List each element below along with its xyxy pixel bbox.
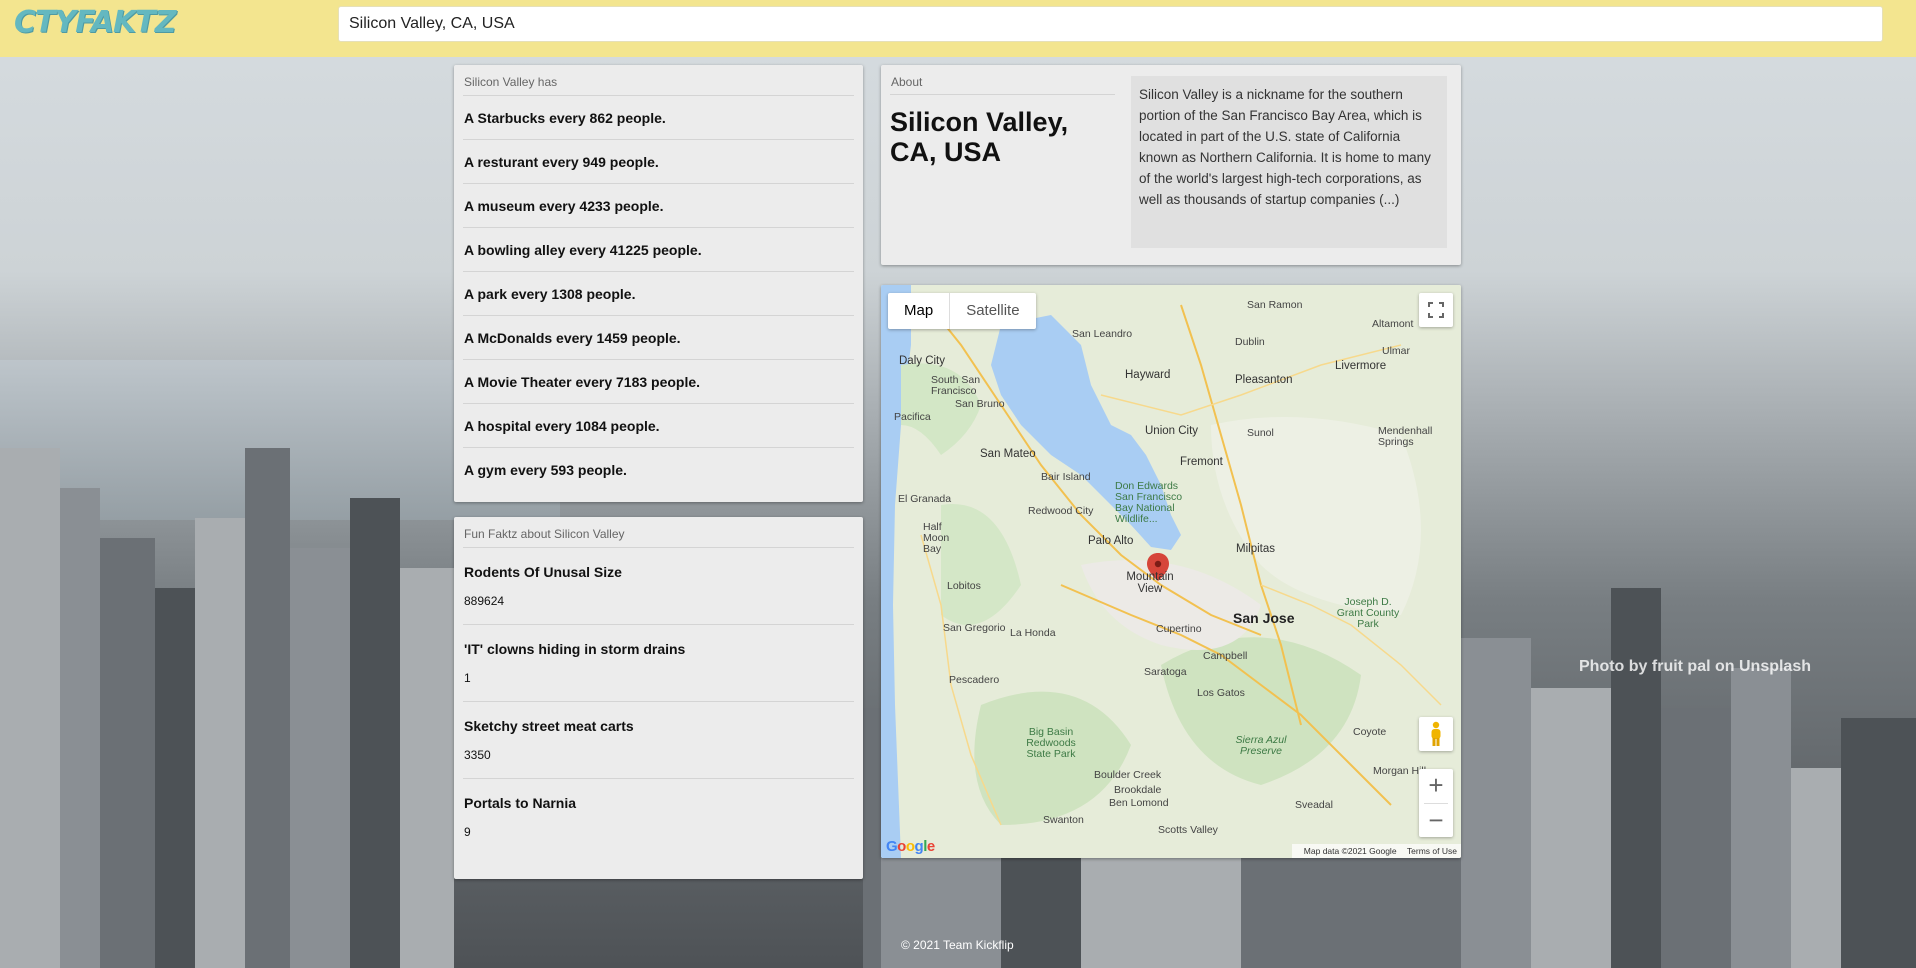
map-label: Mountain View [1126, 571, 1174, 595]
city-description: Silicon Valley is a nickname for the sou… [1131, 76, 1447, 248]
map-label: Lobitos [947, 580, 981, 592]
photo-credit[interactable]: Photo by fruit pal on Unsplash [1579, 658, 1811, 676]
map-label: Union City [1145, 425, 1199, 437]
map-label: Mendenhall Springs [1378, 425, 1433, 448]
fun-fact: 'IT' clowns hiding in storm drains 1 [463, 625, 854, 702]
stat-item: A gym every 593 people. [464, 461, 627, 478]
city-title: Silicon Valley, CA, USA [890, 107, 1069, 167]
map-label: Pacifica [894, 411, 931, 423]
map-label: Sunol [1247, 427, 1274, 439]
map-label: Dublin [1235, 336, 1265, 348]
map-label: Ben Lomond [1109, 797, 1169, 809]
fullscreen-icon [1428, 302, 1444, 318]
map-label: Fremont [1180, 456, 1223, 468]
fun-facts-card: Fun Faktz about Silicon Valley Rodents O… [454, 517, 863, 879]
zoom-out-button[interactable]: − [1419, 803, 1453, 837]
map-label: Altamont [1372, 318, 1414, 330]
map-label: El Granada [898, 493, 952, 505]
city-stats-card: Silicon Valley has A Starbucks every 862… [454, 65, 863, 502]
about-caption: About [891, 75, 923, 89]
stat-item: A Starbucks every 862 people. [463, 96, 854, 140]
map-label: San Bruno [955, 398, 1005, 410]
fun-fact-value: 1 [464, 671, 471, 685]
zoom-control: + − [1419, 769, 1453, 837]
map-label: Joseph D. Grant County Park [1336, 596, 1400, 630]
stat-item: A museum every 4233 people. [463, 184, 854, 228]
top-bar: CTYFAKTZ [0, 0, 1916, 57]
fun-fact-title: Portals to Narnia [464, 795, 577, 811]
city-search-input[interactable] [338, 6, 1883, 42]
map-type-map-button[interactable]: Map [888, 293, 951, 329]
map-label: La Honda [1010, 627, 1056, 639]
app-logo[interactable]: CTYFAKTZ [14, 5, 177, 40]
map-label: Half Moon Bay [923, 521, 950, 555]
map-label: Livermore [1335, 360, 1387, 372]
fun-fact-value: 889624 [464, 594, 505, 608]
footer-copyright: © 2021 Team Kickflip [901, 938, 1014, 952]
map-label: Pleasanton [1235, 374, 1293, 386]
map-label: Redwood City [1028, 505, 1094, 517]
map-label: Ulmar [1382, 345, 1410, 357]
stat-item: A bowling alley every 41225 people. [463, 228, 854, 272]
map-panel[interactable]: Map Satellite + − Google Map data ©2021 … [881, 285, 1461, 858]
fun-fact: Sketchy street meat carts 3350 [463, 702, 854, 779]
map-label: Palo Alto [1088, 535, 1134, 547]
fun-fact: Portals to Narnia 9 [463, 779, 854, 855]
map-label: Don Edwards San Francisco Bay National W… [1115, 480, 1183, 525]
map-label: San Ramon [1247, 299, 1303, 311]
map-label: Hayward [1125, 369, 1171, 381]
map-attribution: Map data ©2021 Google Terms of Use [1291, 844, 1461, 858]
map-type-satellite-button[interactable]: Satellite [950, 293, 1035, 329]
stat-item: A park every 1308 people. [463, 272, 854, 316]
zoom-in-button[interactable]: + [1419, 769, 1453, 803]
fun-fact-value: 9 [464, 825, 471, 839]
map-label: Sveadal [1295, 799, 1333, 811]
fun-facts-caption: Fun Faktz about Silicon Valley [464, 527, 625, 541]
map-label: Scotts Valley [1158, 824, 1218, 836]
terms-of-use-link[interactable]: Terms of Use [1407, 846, 1457, 856]
map-label: Daly City [899, 355, 946, 367]
map-label: Los Gatos [1197, 687, 1245, 699]
map-label: Big Basin Redwoods State Park [1026, 726, 1076, 760]
stat-item: A McDonalds every 1459 people. [463, 316, 854, 360]
fun-fact-title: Sketchy street meat carts [464, 718, 634, 734]
stats-caption: Silicon Valley has [464, 75, 558, 89]
map-label: San Gregorio [943, 622, 1006, 634]
map-label: Campbell [1203, 650, 1248, 662]
map-label: Bair Island [1041, 471, 1091, 483]
map-label: San Jose [1233, 610, 1295, 626]
fullscreen-button[interactable] [1419, 293, 1453, 327]
stat-item: A Movie Theater every 7183 people. [463, 360, 854, 404]
map-label: Brookdale [1114, 784, 1162, 796]
fun-fact-value: 3350 [464, 748, 491, 762]
pegman-icon [1431, 721, 1441, 746]
google-logo: Google [886, 838, 935, 855]
map-label: Cupertino [1156, 623, 1202, 635]
map-label: Pescadero [949, 674, 1000, 686]
stat-item: A resturant every 949 people. [463, 140, 854, 184]
map-label: Milpitas [1236, 543, 1275, 555]
fun-fact: Rodents Of Unusal Size 889624 [463, 548, 854, 625]
fun-fact-title: Rodents Of Unusal Size [464, 564, 622, 580]
map-type-control: Map Satellite [888, 293, 1036, 329]
map-label: Saratoga [1144, 666, 1187, 678]
street-view-pegman[interactable] [1419, 717, 1453, 751]
map-label: South San Francisco [931, 374, 981, 397]
stat-item: A hospital every 1084 people. [463, 404, 854, 448]
about-card: About Silicon Valley, CA, USA Silicon Va… [881, 65, 1461, 265]
map-label: Sierra Azul Preserve [1235, 734, 1287, 757]
map-label: Coyote [1353, 726, 1387, 738]
map-data-text: Map data ©2021 Google [1303, 846, 1397, 856]
fun-fact-title: 'IT' clowns hiding in storm drains [464, 641, 686, 657]
map-label: Swanton [1043, 814, 1084, 826]
map-label: San Leandro [1072, 328, 1133, 340]
map-label: San Mateo [980, 448, 1036, 460]
map-label: Boulder Creek [1094, 769, 1162, 781]
